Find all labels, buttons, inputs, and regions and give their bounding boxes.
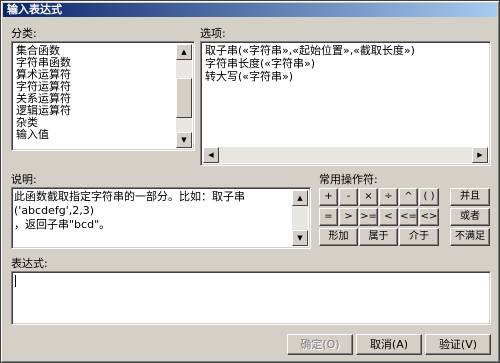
scroll-thumb[interactable] xyxy=(176,78,192,118)
scroll-up-icon[interactable]: ▲ xyxy=(292,190,308,206)
expression-dialog: 输入表达式 分类: 集合函数 字符串函数 算术运算符 字符运算符 关系运算符 逻… xyxy=(0,0,500,363)
category-label: 分类: xyxy=(11,27,37,40)
operator-power-button[interactable]: ^ xyxy=(399,188,418,206)
options-hscrollbar[interactable]: ◀ ▶ xyxy=(203,147,488,163)
scroll-down-icon[interactable]: ▼ xyxy=(176,132,192,148)
description-text: 此函数截取指定字符串的一部分。比如：取子串('abcdefg',2,3) ，返回… xyxy=(14,190,292,232)
operator-equals-button[interactable]: = xyxy=(319,208,338,226)
option-item[interactable]: 取子串(«字符串»,«起始位置»,«截取长度») xyxy=(205,45,415,57)
operator-greater-equal-button[interactable]: >= xyxy=(359,208,378,226)
description-line: 此函数截取指定字符串的一部分。比如：取子串('abcdefg',2,3) xyxy=(14,190,245,217)
scroll-up-icon[interactable]: ▲ xyxy=(176,44,192,60)
option-item[interactable]: 转大写(«字符串») xyxy=(205,71,293,83)
operator-and-button[interactable]: 并且 xyxy=(450,188,490,206)
expression-label: 表达式: xyxy=(11,257,48,270)
scroll-left-icon[interactable]: ◀ xyxy=(203,147,219,163)
options-list[interactable]: 取子串(«字符串»,«起始位置»,«截取长度») 字符串长度(«字符串») 转大… xyxy=(200,41,491,166)
category-scrollbar[interactable]: ▲ ▼ xyxy=(176,44,192,148)
operator-multiply-button[interactable]: × xyxy=(359,188,378,206)
operator-minus-button[interactable]: - xyxy=(339,188,358,206)
operator-plus-button[interactable]: + xyxy=(319,188,338,206)
scroll-right-icon[interactable]: ▶ xyxy=(472,147,488,163)
operator-like-button[interactable]: 形加 xyxy=(319,228,358,246)
text-caret xyxy=(15,275,16,287)
cancel-button[interactable]: 取消(A) xyxy=(356,334,422,355)
description-box: 此函数截取指定字符串的一部分。比如：取子串('abcdefg',2,3) ，返回… xyxy=(11,187,311,249)
operator-parentheses-button[interactable]: ( ) xyxy=(419,188,439,206)
operator-between-button[interactable]: 介于 xyxy=(399,228,439,246)
category-list[interactable]: 集合函数 字符串函数 算术运算符 字符运算符 关系运算符 逻辑运算符 杂类 输入… xyxy=(11,41,195,151)
verify-button[interactable]: 验证(V) xyxy=(425,334,491,355)
operator-or-button[interactable]: 或者 xyxy=(450,208,490,226)
operator-not-button[interactable]: 不满足 xyxy=(450,228,490,246)
scroll-down-icon[interactable]: ▼ xyxy=(292,230,308,246)
operator-greater-button[interactable]: > xyxy=(339,208,358,226)
dialog-title: 输入表达式 xyxy=(3,3,497,17)
options-label: 选项: xyxy=(200,27,226,40)
description-scrollbar[interactable]: ▲ ▼ xyxy=(292,190,308,246)
operator-less-equal-button[interactable]: <= xyxy=(399,208,418,226)
ok-button[interactable]: 确定(O) xyxy=(287,334,353,355)
operators-label: 常用操作符: xyxy=(319,173,378,186)
description-line: ，返回子串"bcd"。 xyxy=(14,218,111,231)
description-label: 说明: xyxy=(11,173,37,186)
operator-not-equal-button[interactable]: <> xyxy=(419,208,439,226)
category-item[interactable]: 输入值 xyxy=(16,129,49,141)
operator-in-button[interactable]: 属于 xyxy=(359,228,398,246)
option-item[interactable]: 字符串长度(«字符串») xyxy=(205,58,315,70)
expression-input[interactable] xyxy=(11,271,491,325)
operator-less-button[interactable]: < xyxy=(379,208,398,226)
operator-divide-button[interactable]: ÷ xyxy=(379,188,398,206)
